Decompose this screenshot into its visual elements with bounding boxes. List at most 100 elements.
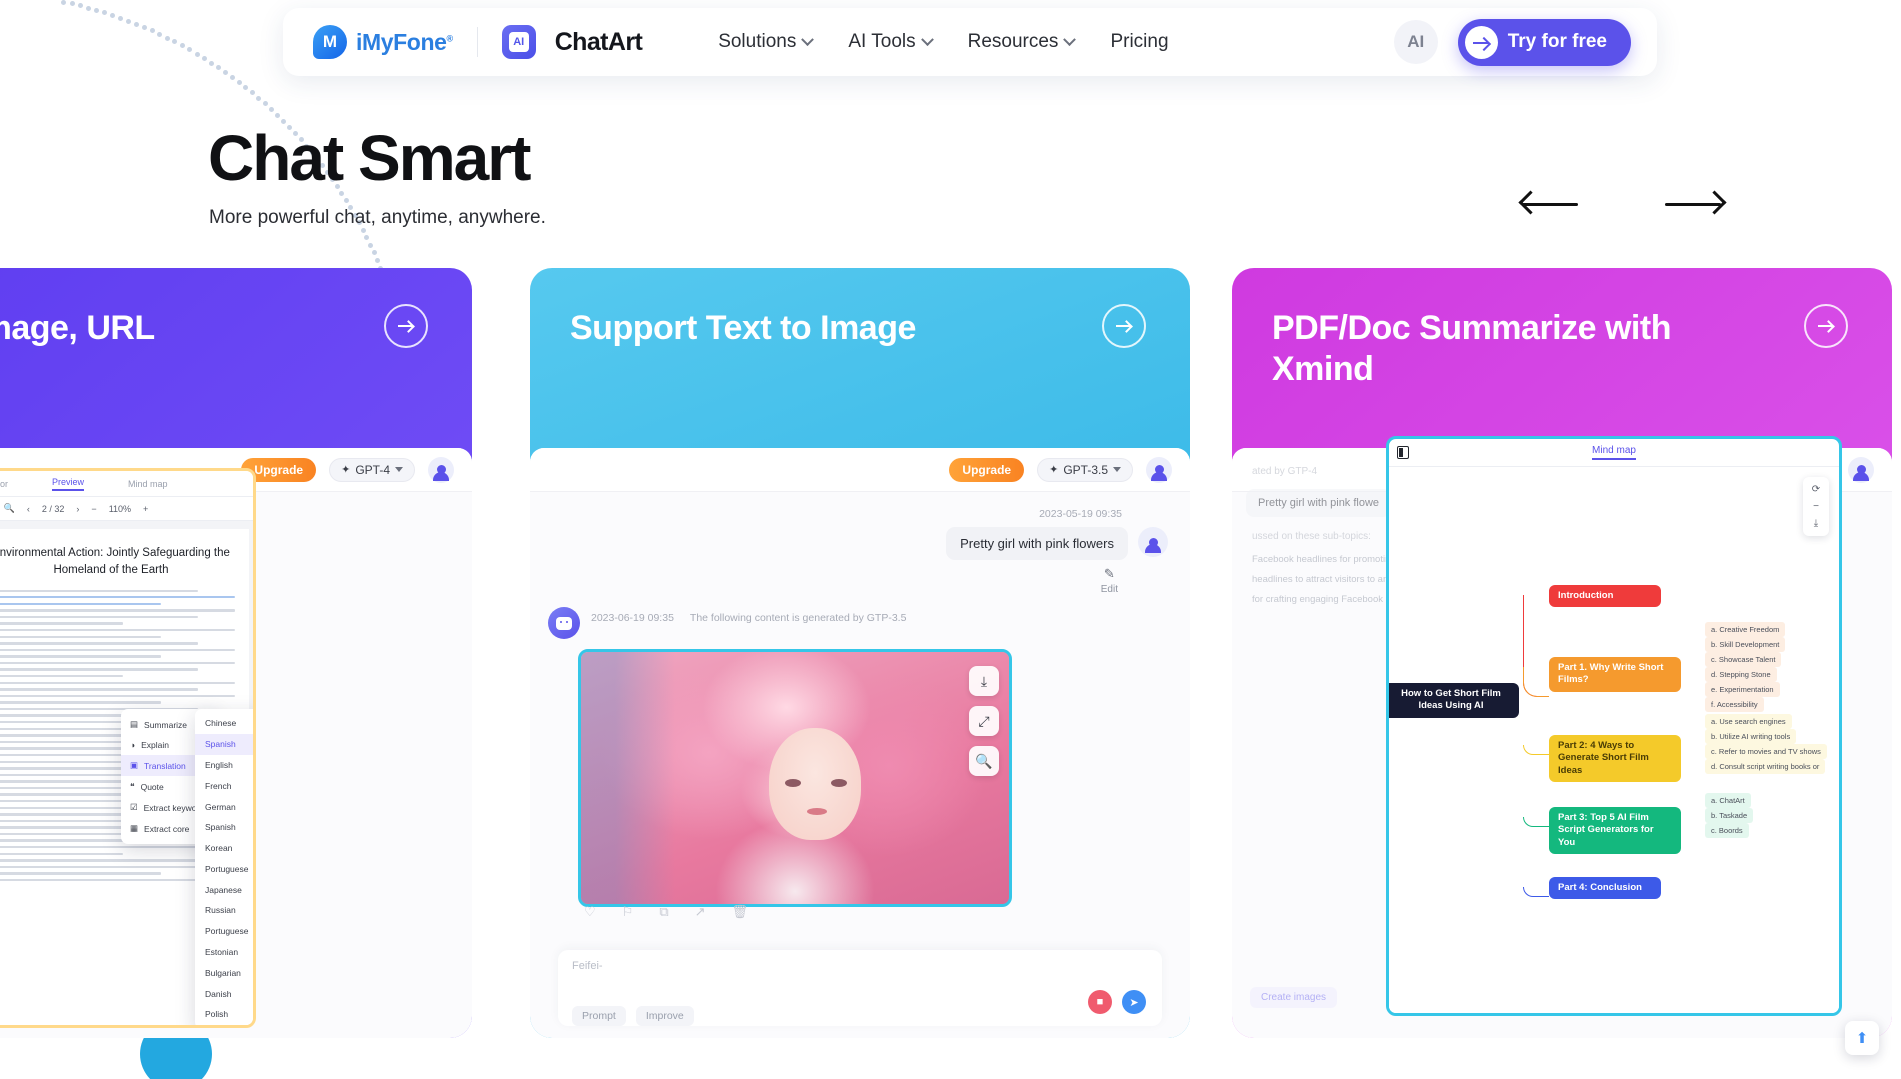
imyfone-brand[interactable]: M iMyFone®	[313, 25, 453, 59]
model-selector[interactable]: ✦ GPT-3.5	[1037, 457, 1133, 482]
nav-item-pricing[interactable]: Pricing	[1110, 31, 1168, 53]
share-icon[interactable]: ↗	[695, 904, 706, 920]
card2-app-toolbar: Upgrade ✦ GPT-3.5	[530, 448, 1190, 492]
language-option[interactable]: Spanish	[195, 733, 253, 755]
mindmap-branch-node[interactable]: Part 1. Why Write Short Films?	[1549, 657, 1681, 692]
chip-improve[interactable]: Improve	[635, 1006, 694, 1026]
mindmap-branch-node[interactable]: Part 3: Top 5 AI Film Script Generators …	[1549, 807, 1681, 855]
mindmap-leaf-node[interactable]: d. Consult script writing books or	[1705, 759, 1826, 774]
copy-icon[interactable]: ⧉	[659, 904, 668, 920]
language-option[interactable]: Chinese	[195, 713, 253, 734]
download-icon[interactable]: ⤓	[1803, 515, 1829, 532]
card2-go-button[interactable]	[1102, 304, 1146, 348]
avatar[interactable]	[1146, 456, 1172, 483]
next-page-icon[interactable]: ›	[76, 504, 79, 514]
mindmap-leaf-node[interactable]: b. Skill Development	[1705, 637, 1786, 652]
language-option[interactable]: Bulgarian	[195, 962, 253, 983]
chatart-brand[interactable]: AI ChatArt	[501, 25, 643, 59]
search-icon[interactable]: 🔍	[4, 503, 15, 514]
language-option[interactable]: Russian	[195, 900, 253, 921]
page-indicator: 2 / 32	[41, 503, 65, 514]
zoom-in-icon[interactable]: +	[143, 504, 148, 514]
avatar[interactable]	[1138, 527, 1168, 557]
mindmap-branch-node[interactable]: Introduction	[1549, 585, 1661, 608]
tab-mind-map[interactable]: Mind map	[1592, 445, 1636, 460]
language-option[interactable]: French	[195, 775, 253, 796]
language-option[interactable]: Danish	[195, 983, 253, 1004]
avatar[interactable]	[428, 456, 454, 483]
delete-icon[interactable]: 🗑	[732, 904, 749, 920]
mindmap-root-node[interactable]: How to Get Short Film Ideas Using AI	[1389, 683, 1519, 718]
create-images-button[interactable]: Create images	[1250, 987, 1338, 1008]
zoom-icon[interactable]: 🔍	[969, 746, 999, 776]
mindmap-leaf-node[interactable]: d. Stepping Stone	[1705, 667, 1777, 682]
scroll-to-top-button[interactable]: ⬆	[1845, 1021, 1879, 1055]
card3-go-button[interactable]	[1804, 304, 1848, 348]
dislike-icon[interactable]: ⚐	[622, 904, 634, 920]
mindmap-leaf-node[interactable]: a. Use search engines	[1705, 714, 1792, 729]
nav-item-resources[interactable]: Resources	[968, 31, 1077, 53]
chatart-logo-text: AI	[508, 32, 529, 52]
try-for-free-button[interactable]: Try for free	[1457, 18, 1631, 66]
send-icon[interactable]: ➤	[1122, 990, 1146, 1014]
message-reactions: ♡ ⚐ ⧉ ↗ 🗑	[584, 904, 748, 920]
mindmap-edge	[1523, 667, 1549, 697]
model-selector[interactable]: ✦ GPT-4	[329, 457, 415, 482]
refresh-icon[interactable]: ⟳	[1803, 481, 1829, 498]
language-option[interactable]: Estonian	[195, 942, 253, 963]
edit-message-button[interactable]: ✎ Edit	[1101, 566, 1118, 595]
chatart-logo-icon: AI	[501, 25, 536, 59]
mindmap-leaf-node[interactable]: e. Experimentation	[1705, 682, 1780, 697]
zoom-level[interactable]: 110%	[109, 504, 131, 514]
mindmap-leaf-node[interactable]: a. Creative Freedom	[1705, 622, 1786, 637]
minus-icon[interactable]: −	[1803, 498, 1829, 515]
quote-icon: ❝	[130, 781, 135, 791]
zoom-out-icon[interactable]: −	[91, 504, 96, 514]
expand-icon[interactable]: ⤢	[969, 706, 999, 736]
mindmap-canvas[interactable]: ⟳ − ⤓ How to Get Short Film Ideas Using …	[1389, 467, 1839, 1013]
mindmap-leaf-node[interactable]: b. Utilize AI writing tools	[1705, 729, 1797, 744]
language-option[interactable]: Polish	[195, 1004, 253, 1025]
upgrade-button[interactable]: Upgrade	[949, 457, 1025, 482]
model-label: GPT-4	[355, 462, 390, 477]
language-option[interactable]: German	[195, 796, 253, 817]
chevron-down-icon	[1113, 467, 1121, 472]
nav-item-solutions[interactable]: Solutions	[718, 31, 815, 53]
mindmap-leaf-node[interactable]: c. Showcase Talent	[1705, 652, 1782, 667]
language-option[interactable]: Japanese	[195, 879, 253, 900]
like-icon[interactable]: ♡	[584, 904, 596, 920]
language-option[interactable]: Portuguese	[195, 858, 253, 879]
chevron-down-icon	[920, 32, 934, 46]
card-pdf-summarize-xmind[interactable]: PDF/Doc Summarize with Xmind Upgrade ✦ G…	[1232, 268, 1892, 1038]
carousel-prev-button[interactable]	[1518, 188, 1580, 220]
tab-mind-map[interactable]: Mind map	[128, 479, 168, 489]
mindmap-branch-node[interactable]: Part 4: Conclusion	[1549, 877, 1661, 900]
language-option[interactable]: Portuguese	[195, 921, 253, 942]
download-icon[interactable]: ⤓	[969, 666, 999, 696]
card-pdf-image-url[interactable]: th PDF, Image, URL Upgrade ✦ GPT-4 ❝ Quo	[0, 268, 472, 1038]
chip-prompt[interactable]: Prompt	[572, 1006, 626, 1026]
carousel-next-button[interactable]	[1665, 188, 1727, 220]
language-option[interactable]: Spanish	[195, 817, 253, 838]
nav-item-ai-tools[interactable]: AI Tools	[848, 31, 934, 53]
mindmap-leaf-node[interactable]: f. Accessibility	[1705, 697, 1764, 712]
panel-toggle-icon[interactable]	[1397, 446, 1409, 459]
tab-preview[interactable]: Preview	[51, 477, 84, 491]
bot-message-timestamp: 2023-06-19 09:35	[591, 612, 674, 624]
card1-go-button[interactable]	[384, 304, 428, 348]
generated-image[interactable]: ⤓ ⤢ 🔍	[578, 649, 1012, 907]
ai-badge[interactable]: AI	[1393, 20, 1438, 64]
mindmap-leaf-node[interactable]: a. ChatArt	[1705, 793, 1751, 808]
stop-icon[interactable]: ■	[1088, 990, 1112, 1014]
card2-app-window: Upgrade ✦ GPT-3.5 2023-05-19 09:35 Prett…	[530, 448, 1190, 1038]
mindmap-leaf-node[interactable]: c. Refer to movies and TV shows	[1705, 744, 1827, 759]
mindmap-leaf-node[interactable]: c. Boords	[1705, 823, 1749, 838]
mindmap-leaf-node[interactable]: b. Taskade	[1705, 808, 1754, 823]
card-text-to-image[interactable]: Support Text to Image Upgrade ✦ GPT-3.5 …	[530, 268, 1190, 1038]
prev-page-icon[interactable]: ‹	[27, 504, 30, 514]
language-option[interactable]: English	[195, 755, 253, 776]
language-option[interactable]: Korean	[195, 838, 253, 859]
mindmap-branch-node[interactable]: Part 2: 4 Ways to Generate Short Film Id…	[1549, 735, 1681, 783]
tab-editor[interactable]: Editor	[0, 479, 8, 489]
prompt-input-bar[interactable]: Feifei- Prompt Improve ■ ➤	[558, 950, 1162, 1026]
